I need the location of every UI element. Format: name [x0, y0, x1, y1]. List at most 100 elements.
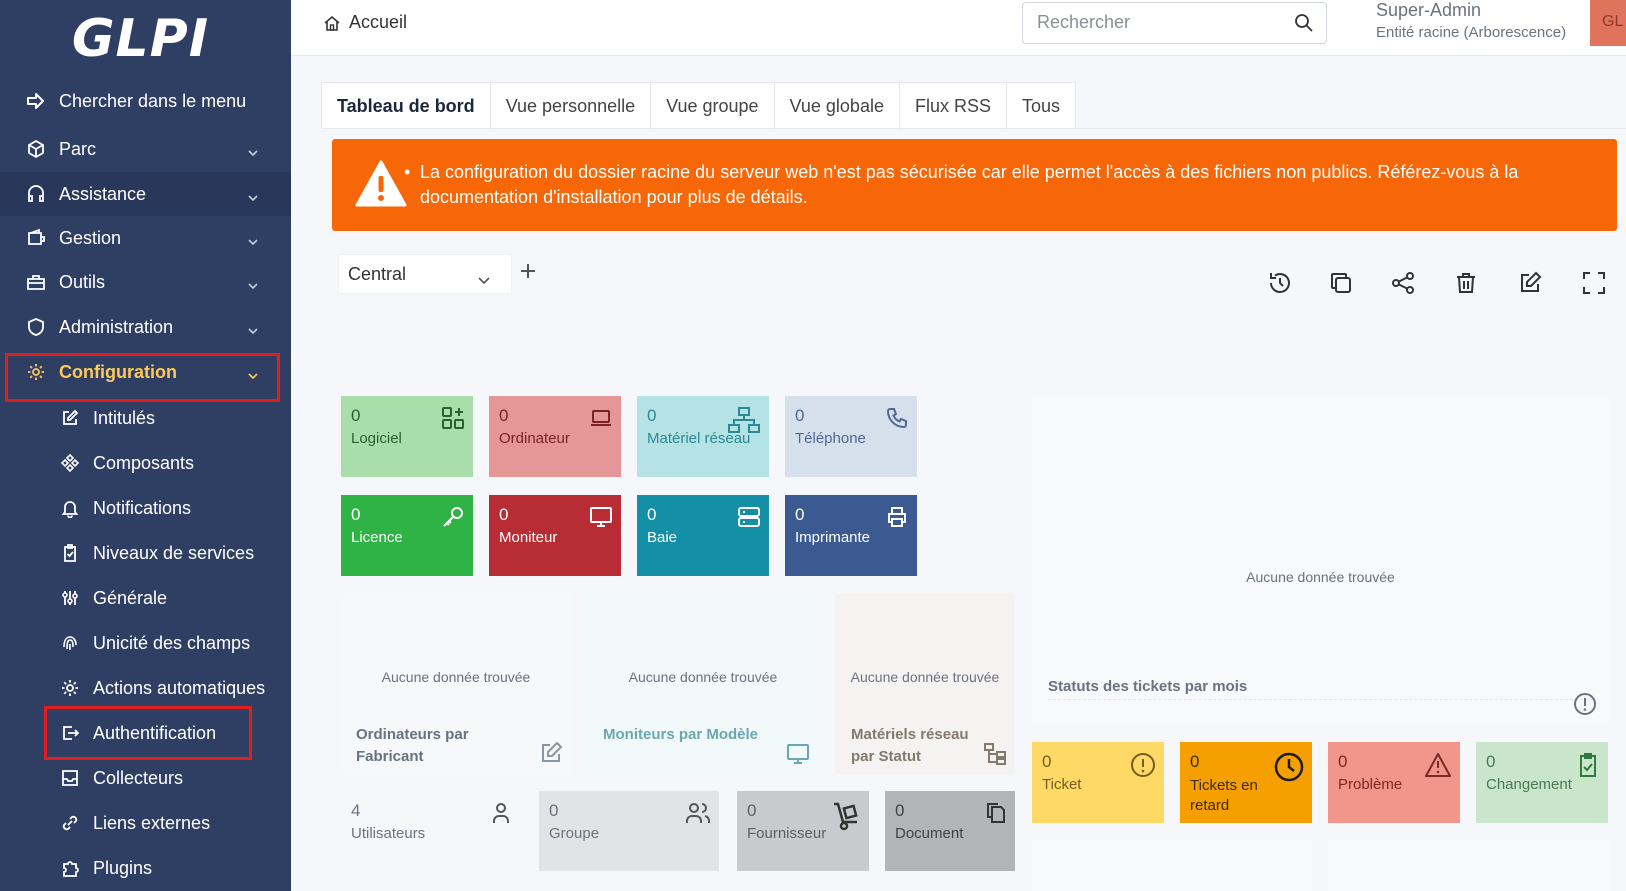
puzzle-icon: [59, 857, 81, 879]
edit-icon: [59, 407, 81, 429]
apps-icon: [441, 406, 465, 434]
menu-administration[interactable]: Administration: [0, 305, 291, 349]
card-document[interactable]: 0 Document: [885, 791, 1015, 871]
submenu-plugins[interactable]: Plugins: [0, 846, 291, 890]
menu-outils[interactable]: Outils: [0, 260, 291, 304]
glpi-logo[interactable]: GLPI: [0, 0, 291, 78]
info-circle-icon[interactable]: [1573, 692, 1597, 719]
menu-search[interactable]: Chercher dans le menu: [0, 79, 291, 123]
network-icon: [727, 406, 761, 438]
card-ticket[interactable]: 0 Ticket: [1032, 742, 1164, 823]
menu-parc[interactable]: Parc: [0, 127, 291, 171]
card-fournisseur[interactable]: 0 Fournisseur: [737, 791, 869, 871]
tab-vue-groupe[interactable]: Vue groupe: [651, 83, 775, 130]
gear-icon: [59, 677, 81, 699]
card-imprimante[interactable]: 0 Imprimante: [785, 495, 917, 576]
card-tickets-en-retard[interactable]: 0 Tickets en retard: [1180, 742, 1312, 823]
menu-gestion[interactable]: Gestion: [0, 216, 291, 260]
menu-assistance[interactable]: Assistance: [0, 172, 291, 216]
briefcase-icon: [25, 271, 47, 293]
highlight-authentification: [44, 706, 252, 760]
history-icon[interactable]: [1267, 270, 1293, 301]
widget-materiels-reseau-statut: Aucune donnée trouvée Matériels réseau p…: [835, 594, 1015, 774]
submenu-intitules[interactable]: Intitulés: [0, 396, 291, 440]
dashboard-select[interactable]: Central: [338, 254, 512, 294]
chevron-down-icon: [247, 230, 259, 251]
user-icon: [489, 801, 513, 829]
submenu-generale[interactable]: Générale: [0, 576, 291, 620]
box-icon: [25, 138, 47, 160]
clipboard-check-icon: [1576, 752, 1600, 782]
tab-tableau-de-bord[interactable]: Tableau de bord: [322, 83, 491, 130]
breadcrumb-home[interactable]: Accueil: [323, 12, 407, 33]
card-materiel-reseau[interactable]: 0 Matériel réseau: [637, 396, 769, 477]
copy-icon[interactable]: [1328, 270, 1354, 301]
arrow-right-icon: [25, 90, 47, 112]
widget-statuts-tickets-mois: Aucune donnée trouvée Statuts des ticket…: [1032, 396, 1609, 724]
card-changement[interactable]: 0 Changement: [1476, 742, 1608, 823]
server-icon: [737, 505, 761, 533]
submenu-unicite-champs[interactable]: Unicité des champs: [0, 621, 291, 665]
alert-circle-icon: [1130, 752, 1156, 782]
card-probleme[interactable]: 0 Problème: [1328, 742, 1460, 823]
submenu-collecteurs[interactable]: Collecteurs: [0, 756, 291, 800]
search-input[interactable]: [1023, 3, 1283, 42]
card-utilisateurs[interactable]: 4 Utilisateurs: [341, 791, 521, 871]
home-icon: [324, 15, 340, 31]
card-licence[interactable]: 0 Licence: [341, 495, 473, 576]
tab-vue-globale[interactable]: Vue globale: [775, 83, 900, 130]
edit-icon[interactable]: [1517, 270, 1543, 301]
chevron-down-icon: [247, 186, 259, 207]
warning-triangle-icon: [1424, 752, 1452, 782]
avatar[interactable]: GL: [1590, 0, 1626, 46]
tab-tous[interactable]: Tous: [1007, 83, 1075, 130]
card-ordinateur[interactable]: 0 Ordinateur: [489, 396, 621, 477]
search-box[interactable]: [1022, 2, 1327, 44]
fullscreen-icon[interactable]: [1581, 270, 1607, 301]
key-icon: [441, 505, 465, 533]
bell-icon: [59, 497, 81, 519]
chevron-down-icon: [247, 141, 259, 162]
chevron-down-icon: [477, 269, 491, 290]
share-icon[interactable]: [1390, 270, 1416, 301]
submenu-niveaux-services[interactable]: Niveaux de services: [0, 531, 291, 575]
submenu-notifications[interactable]: Notifications: [0, 486, 291, 530]
submenu-liens-externes[interactable]: Liens externes: [0, 801, 291, 845]
sidebar: GLPI Chercher dans le menu Parc Assistan…: [0, 0, 291, 891]
clock-icon: [1274, 752, 1304, 786]
tab-flux-rss[interactable]: Flux RSS: [900, 83, 1007, 130]
widget-divider: [1048, 699, 1593, 700]
card-groupe[interactable]: 0 Groupe: [539, 791, 719, 871]
chevron-down-icon: [247, 274, 259, 295]
printer-icon: [885, 505, 909, 533]
submenu-composants[interactable]: Composants: [0, 441, 291, 485]
top-bar: Accueil Super-Admin Entité racine (Arbor…: [291, 0, 1626, 56]
card-moniteur[interactable]: 0 Moniteur: [489, 495, 621, 576]
headset-icon: [25, 183, 47, 205]
tree-icon: [983, 742, 1007, 769]
inbox-icon: [59, 767, 81, 789]
search-icon[interactable]: [1294, 13, 1314, 38]
add-dashboard-button[interactable]: [519, 262, 537, 285]
security-alert: • La configuration du dossier racine du s…: [332, 139, 1617, 231]
warning-triangle-icon: [354, 159, 408, 214]
card-logiciel[interactable]: 0 Logiciel: [341, 396, 473, 477]
clipboard-check-icon: [59, 542, 81, 564]
submenu-actions-automatiques[interactable]: Actions automatiques: [0, 666, 291, 710]
dashboard-tabs: Tableau de bord Vue personnelle Vue grou…: [321, 82, 1077, 130]
users-icon: [685, 801, 711, 829]
card-baie[interactable]: 0 Baie: [637, 495, 769, 576]
widget-ordinateurs-fabricant: Aucune donnée trouvée Ordinateurs par Fa…: [341, 594, 571, 774]
alert-message: La configuration du dossier racine du se…: [420, 162, 1519, 207]
widget-placeholder-right: [1328, 840, 1609, 891]
sliders-icon: [59, 587, 81, 609]
files-icon: [983, 801, 1007, 829]
laptop-icon: [589, 406, 613, 434]
card-telephone[interactable]: 0 Téléphone: [785, 396, 917, 477]
monitor-icon: [589, 505, 613, 533]
trash-icon[interactable]: [1453, 270, 1479, 301]
tab-vue-personnelle[interactable]: Vue personnelle: [491, 83, 652, 130]
widget-moniteurs-modele: Aucune donnée trouvée Moniteurs par Modè…: [588, 594, 818, 774]
edit-icon: [539, 741, 563, 768]
user-menu[interactable]: Super-Admin Entité racine (Arborescence): [1376, 0, 1566, 42]
